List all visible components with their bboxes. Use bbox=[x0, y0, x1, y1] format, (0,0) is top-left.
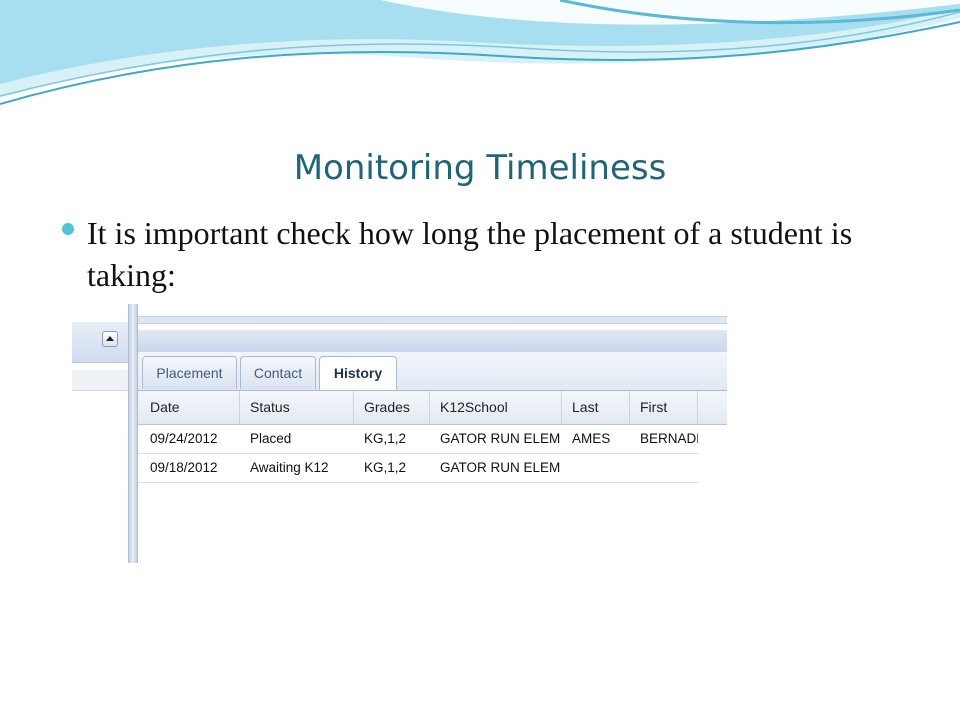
column-header-last[interactable]: Last bbox=[562, 391, 630, 424]
history-table: Date Status Grades K12School Last First … bbox=[138, 391, 727, 563]
cell-k12school: GATOR RUN ELEM bbox=[440, 431, 561, 446]
cell-status: Awaiting K12 bbox=[250, 460, 329, 475]
tab-bar: Placement Contact History bbox=[138, 352, 727, 391]
tab-placement[interactable]: Placement bbox=[142, 356, 237, 389]
tab-history[interactable]: History bbox=[319, 356, 397, 390]
splitter-handle[interactable] bbox=[128, 304, 138, 563]
top-strip bbox=[138, 316, 727, 324]
cell-first bbox=[630, 454, 698, 482]
bullet-text: It is important check how long the place… bbox=[87, 215, 853, 293]
cell-status: Placed bbox=[250, 431, 292, 446]
column-header-k12school[interactable]: K12School bbox=[430, 391, 562, 424]
left-pane-row bbox=[72, 370, 128, 391]
cell-grades: KG,1,2 bbox=[364, 431, 407, 446]
wave-header-graphic bbox=[0, 0, 960, 105]
app-screenshot: Placement Contact History Date Status Gr… bbox=[72, 304, 727, 563]
table-row[interactable]: 09/18/2012 Awaiting K12 KG,1,2 GATOR RUN… bbox=[138, 454, 698, 483]
cell-date: 09/24/2012 bbox=[150, 431, 218, 446]
column-header-grades[interactable]: Grades bbox=[354, 391, 430, 424]
triangle-up-icon[interactable] bbox=[102, 331, 118, 347]
cell-last: AMES bbox=[572, 431, 611, 446]
circle-bullet-icon bbox=[62, 223, 74, 235]
column-header-status[interactable]: Status bbox=[240, 391, 354, 424]
table-header-row: Date Status Grades K12School Last First bbox=[138, 391, 727, 425]
column-header-date[interactable]: Date bbox=[140, 391, 240, 424]
column-header-first[interactable]: First bbox=[630, 391, 698, 424]
toolbar-strip bbox=[138, 330, 727, 353]
tab-label: Contact bbox=[253, 365, 303, 381]
cell-grades: KG,1,2 bbox=[364, 460, 407, 475]
cell-first: BERNADETTE bbox=[640, 431, 698, 446]
cell-k12school: GATOR RUN ELEM bbox=[440, 460, 561, 475]
cell-date: 09/18/2012 bbox=[150, 460, 218, 475]
bullet-item: It is important check how long the place… bbox=[62, 212, 912, 296]
tab-contact[interactable]: Contact bbox=[240, 356, 316, 389]
tab-label: History bbox=[333, 365, 383, 381]
slide-title: Monitoring Timeliness bbox=[293, 148, 667, 188]
right-pane: Placement Contact History Date Status Gr… bbox=[138, 304, 727, 563]
table-row[interactable]: 09/24/2012 Placed KG,1,2 GATOR RUN ELEM … bbox=[138, 425, 698, 454]
left-pane bbox=[72, 304, 130, 563]
cell-last bbox=[562, 454, 630, 482]
left-pane-header bbox=[72, 322, 128, 363]
tab-label: Placement bbox=[156, 365, 223, 381]
